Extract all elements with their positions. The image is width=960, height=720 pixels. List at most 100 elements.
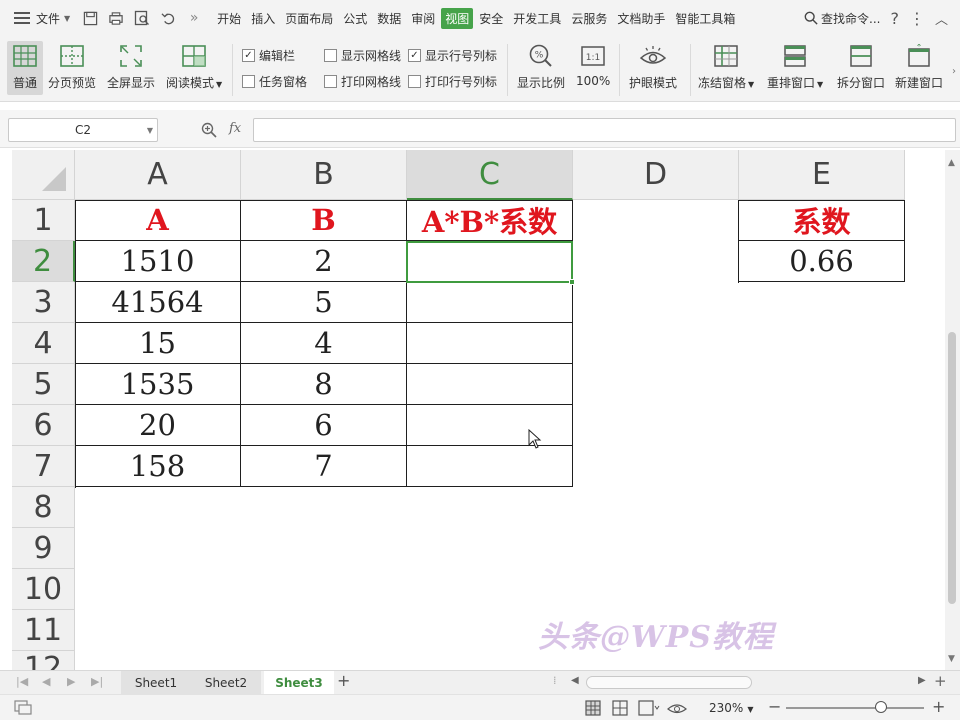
formula-zoom-icon[interactable] xyxy=(201,122,217,142)
name-box-dropdown-icon[interactable]: ▼ xyxy=(147,126,153,135)
checkbox-show-gridlines[interactable]: 显示网格线 xyxy=(324,47,401,64)
cell-b1[interactable]: B xyxy=(241,200,407,241)
freeze-panes-button[interactable]: 冻结窗格 ▼ xyxy=(698,41,754,91)
row-header-9[interactable]: 9 xyxy=(12,528,75,569)
tab-0[interactable]: 开始 xyxy=(213,8,245,29)
more-quick-access-icon[interactable]: » xyxy=(184,8,204,28)
cell-b5[interactable]: 8 xyxy=(241,364,407,405)
zoom-in-icon[interactable]: + xyxy=(932,697,945,716)
zoom-level[interactable]: 230% ▼ xyxy=(709,701,753,715)
row-header-3[interactable]: 3 xyxy=(12,282,75,323)
column-header-e[interactable]: E xyxy=(739,150,905,200)
row-header-12[interactable]: 12 xyxy=(12,651,75,686)
sheet-tab-1[interactable]: Sheet1 xyxy=(121,671,191,694)
row-header-10[interactable]: 10 xyxy=(12,569,75,610)
more-options-icon[interactable]: ⋮ xyxy=(909,9,925,28)
tab-4[interactable]: 数据 xyxy=(373,8,405,29)
tab-3[interactable]: 公式 xyxy=(339,8,371,29)
page-layout-status-icon[interactable] xyxy=(612,700,628,719)
formula-input[interactable] xyxy=(253,118,956,142)
column-header-b[interactable]: B xyxy=(241,150,407,200)
tab-2[interactable]: 页面布局 xyxy=(281,8,337,29)
cell-b2[interactable]: 2 xyxy=(241,241,407,282)
name-box[interactable]: C2 ▼ xyxy=(8,118,158,142)
cell-a4[interactable]: 15 xyxy=(75,323,241,364)
next-sheet-icon[interactable]: ▶ xyxy=(67,675,75,688)
cell-a3[interactable]: 41564 xyxy=(75,282,241,323)
horizontal-scroll-thumb[interactable] xyxy=(586,676,752,689)
tab-8[interactable]: 开发工具 xyxy=(509,8,565,29)
new-window-button[interactable]: * 新建窗口 xyxy=(895,41,943,91)
vertical-scroll-thumb[interactable] xyxy=(948,332,956,604)
column-header-a[interactable]: A xyxy=(75,150,241,200)
arrange-windows-button[interactable]: 重排窗口 ▼ xyxy=(767,41,823,91)
normal-view-status-icon[interactable] xyxy=(585,700,601,719)
cell-e1[interactable]: 系数 xyxy=(739,200,905,241)
first-sheet-icon[interactable]: |◀ xyxy=(16,675,28,688)
scroll-up-icon[interactable]: ▲ xyxy=(948,158,955,168)
undo-icon[interactable] xyxy=(158,8,178,28)
cell-a1[interactable]: A xyxy=(75,200,241,241)
sheet-tab-3[interactable]: Sheet3 xyxy=(264,671,334,694)
ribbon-scroll-right-icon[interactable]: › xyxy=(952,66,956,77)
cell-e2[interactable]: 0.66 xyxy=(739,241,905,282)
print-preview-icon[interactable] xyxy=(132,8,152,28)
scroll-down-icon[interactable]: ▼ xyxy=(948,654,955,664)
eye-protection-button[interactable]: 护眼模式 xyxy=(629,41,677,91)
reading-mode-button[interactable]: 阅读模式 ▼ xyxy=(166,41,222,91)
file-menu-dropdown-icon[interactable]: ▼ xyxy=(64,14,70,23)
checkbox-print-headers[interactable]: 打印行号列标 xyxy=(408,73,497,90)
split-window-button[interactable]: 拆分窗口 xyxy=(837,41,885,91)
vertical-scrollbar[interactable]: ▲ ▼ xyxy=(945,150,960,670)
zoom-slider-knob[interactable] xyxy=(875,701,887,713)
tab-5[interactable]: 审阅 xyxy=(407,8,439,29)
zoom-slider[interactable] xyxy=(786,701,924,713)
row-header-11[interactable]: 11 xyxy=(12,610,75,651)
tab-11[interactable]: 智能工具箱 xyxy=(671,8,739,29)
print-icon[interactable] xyxy=(106,8,126,28)
checkbox-show-headers[interactable]: ✓ 显示行号列标 xyxy=(408,47,497,64)
zoom-100-button[interactable]: 1:1 100% xyxy=(576,41,610,88)
sheet-tab-2[interactable]: Sheet2 xyxy=(191,671,261,694)
checkbox-task-pane[interactable]: 任务窗格 xyxy=(242,73,307,90)
page-break-preview-button[interactable]: 分页预览 xyxy=(48,41,96,91)
file-menu[interactable]: 文件 xyxy=(36,10,60,27)
cell-a7[interactable]: 158 xyxy=(75,446,241,487)
hamburger-icon[interactable] xyxy=(14,12,30,24)
help-icon[interactable]: ? xyxy=(890,9,899,28)
cell-b3[interactable]: 5 xyxy=(241,282,407,323)
tab-10[interactable]: 文档助手 xyxy=(613,8,669,29)
checkbox-formula-bar[interactable]: ✓ 编辑栏 xyxy=(242,47,295,64)
fill-handle[interactable] xyxy=(569,279,575,285)
fullscreen-button[interactable]: 全屏显示 xyxy=(107,41,155,91)
insert-function-icon[interactable]: fx xyxy=(229,121,241,136)
scroll-right-icon[interactable]: ▶ xyxy=(918,675,926,686)
cell-b4[interactable]: 4 xyxy=(241,323,407,364)
eye-status-icon[interactable] xyxy=(667,700,687,719)
column-header-c[interactable]: C xyxy=(407,150,573,200)
macro-record-icon[interactable] xyxy=(14,699,32,718)
row-header-4[interactable]: 4 xyxy=(12,323,75,364)
tab-1[interactable]: 插入 xyxy=(247,8,279,29)
cell-c1[interactable]: A*B*系数 xyxy=(407,200,573,241)
tab-9[interactable]: 云服务 xyxy=(567,8,611,29)
cell-c5[interactable] xyxy=(407,364,573,405)
column-header-d[interactable]: D xyxy=(573,150,739,200)
row-header-2[interactable]: 2 xyxy=(12,241,75,282)
add-sheet-icon[interactable]: + xyxy=(337,671,350,690)
cell-b7[interactable]: 7 xyxy=(241,446,407,487)
row-header-5[interactable]: 5 xyxy=(12,364,75,405)
cell-c6[interactable] xyxy=(407,405,573,446)
row-header-7[interactable]: 7 xyxy=(12,446,75,487)
cell-c3[interactable] xyxy=(407,282,573,323)
save-icon[interactable] xyxy=(80,8,100,28)
cell-c4[interactable] xyxy=(407,323,573,364)
zoom-out-icon[interactable]: − xyxy=(768,697,781,716)
prev-sheet-icon[interactable]: ◀ xyxy=(42,675,50,688)
cell-c7[interactable] xyxy=(407,446,573,487)
add-column-icon[interactable]: + xyxy=(934,672,947,690)
cell-a5[interactable]: 1535 xyxy=(75,364,241,405)
row-header-6[interactable]: 6 xyxy=(12,405,75,446)
page-break-status-icon[interactable] xyxy=(638,700,660,719)
row-header-8[interactable]: 8 xyxy=(12,487,75,528)
